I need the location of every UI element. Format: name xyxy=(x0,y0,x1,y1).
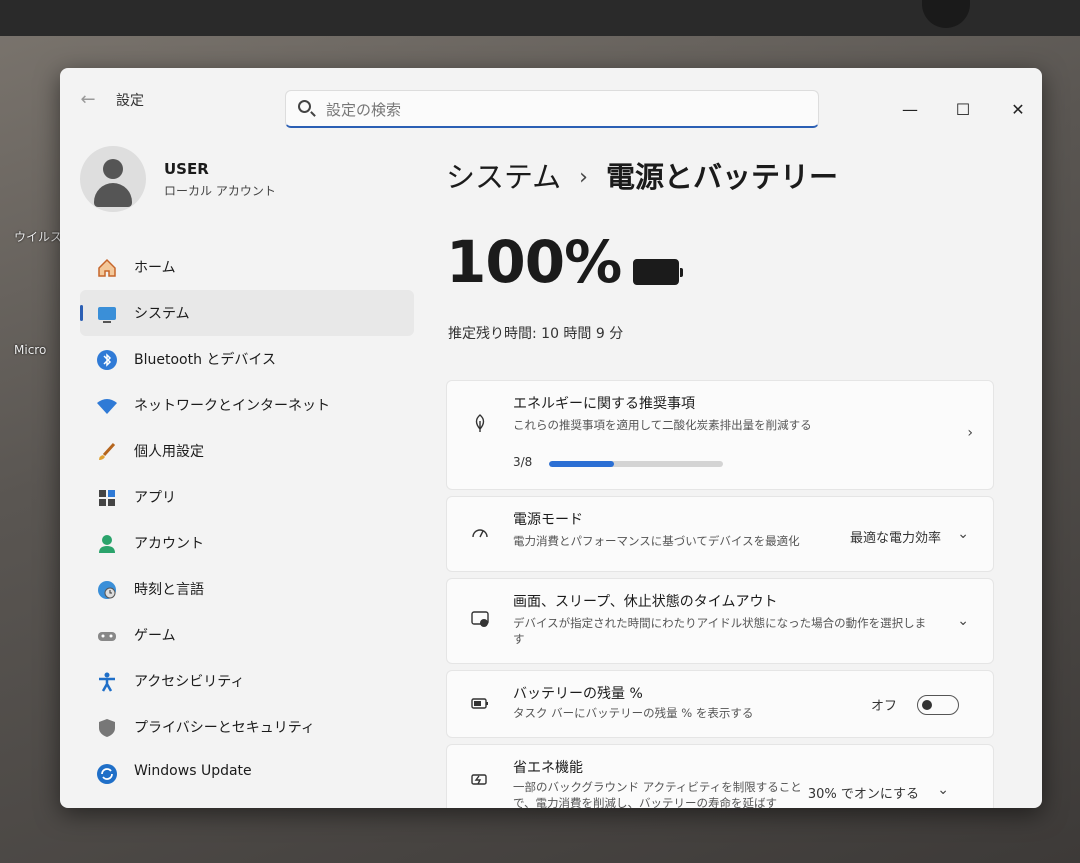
sidebar-item-gaming[interactable]: ゲーム xyxy=(80,612,414,658)
chevron-right-icon: › xyxy=(967,425,973,441)
breadcrumb-separator: › xyxy=(579,165,588,190)
card-title: 省エネ機能 xyxy=(513,760,583,776)
progress-label: 3/8 xyxy=(513,455,533,469)
progress-fill xyxy=(549,461,615,467)
sidebar-item-label: アプリ xyxy=(134,490,176,506)
desktop-icon-label[interactable]: ウイルス xyxy=(14,228,62,245)
sidebar-nav: ホーム システム Bluetooth とデバイス ネットワークとインターネット … xyxy=(74,244,414,796)
sidebar-item-accessibility[interactable]: アクセシビリティ xyxy=(80,658,414,704)
chevron-down-icon: ⌄ xyxy=(957,526,969,542)
desktop-icon-label[interactable]: Micro xyxy=(14,343,46,357)
energy-saver-card[interactable]: 省エネ機能 一部のバックグラウンド アクティビティを制限することで、電力消費を削… xyxy=(446,744,994,808)
system-icon xyxy=(96,303,118,325)
card-description: 一部のバックグラウンド アクティビティを制限することで、電力消費を削減し、バッテ… xyxy=(513,780,802,808)
battery-percentage: 100% xyxy=(446,228,622,296)
windows-update-icon xyxy=(96,763,118,785)
home-icon xyxy=(96,257,118,279)
avatar xyxy=(80,146,146,212)
shield-icon xyxy=(96,717,118,739)
sidebar-item-bluetooth[interactable]: Bluetooth とデバイス xyxy=(80,336,414,382)
search-input[interactable] xyxy=(324,97,808,123)
brush-icon xyxy=(96,441,118,463)
battery-icon xyxy=(633,259,683,285)
sidebar-item-system[interactable]: システム xyxy=(80,290,414,336)
page-title: 電源とバッテリー xyxy=(605,160,838,194)
title-bar: ← 設定 — ☐ ✕ xyxy=(60,68,1042,138)
breadcrumb-parent[interactable]: システム xyxy=(446,160,561,194)
battery-percentage-card[interactable]: バッテリーの残量 % タスク バーにバッテリーの残量 % を表示する オフ xyxy=(446,670,994,738)
sidebar-item-label: プライバシーとセキュリティ xyxy=(134,720,315,736)
card-description: デバイスが指定された時間にわたりアイドル状態になった場合の動作を選択します xyxy=(513,616,927,646)
sidebar-item-label: 時刻と言語 xyxy=(134,582,204,598)
search-box[interactable] xyxy=(285,90,819,128)
power-mode-card[interactable]: 電源モード 電力消費とパフォーマンスに基づいてデバイスを最適化 最適な電力効率 … xyxy=(446,496,994,572)
chevron-down-icon: ⌄ xyxy=(937,782,949,798)
user-name: USER xyxy=(164,160,209,178)
sidebar-item-label: 個人用設定 xyxy=(134,444,204,460)
sidebar-item-time-language[interactable]: 時刻と言語 xyxy=(80,566,414,612)
energy-saver-select[interactable]: 30% でオンにする xyxy=(808,783,919,802)
leaf-icon xyxy=(469,413,491,435)
screen-bezel xyxy=(0,0,1080,36)
sidebar-item-home[interactable]: ホーム xyxy=(80,244,414,290)
app-title: 設定 xyxy=(116,93,144,109)
progress-bar xyxy=(549,461,723,467)
user-profile[interactable]: USER ローカル アカウント xyxy=(74,138,424,218)
gamepad-icon xyxy=(96,625,118,647)
power-mode-icon xyxy=(469,523,491,545)
power-mode-select[interactable]: 最適な電力効率 xyxy=(850,527,941,546)
account-icon xyxy=(96,533,118,555)
toggle-state-label: オフ xyxy=(870,699,897,714)
sidebar-item-accounts[interactable]: アカウント xyxy=(80,520,414,566)
card-title: バッテリーの残量 % xyxy=(513,686,643,702)
minimize-button[interactable]: — xyxy=(890,96,930,124)
screen-sleep-icon xyxy=(469,609,491,631)
active-indicator xyxy=(80,305,83,321)
globe-clock-icon xyxy=(96,579,118,601)
back-button[interactable]: ← xyxy=(74,86,102,114)
card-description: タスク バーにバッテリーの残量 % を表示する xyxy=(513,706,754,720)
sidebar-item-label: ゲーム xyxy=(134,628,176,644)
card-title: エネルギーに関する推奨事項 xyxy=(513,396,695,412)
screen-sleep-card[interactable]: 画面、スリープ、休止状態のタイムアウト デバイスが指定された時間にわたりアイドル… xyxy=(446,578,994,664)
sidebar-item-label: アクセシビリティ xyxy=(134,674,245,690)
sidebar-item-network[interactable]: ネットワークとインターネット xyxy=(80,382,414,428)
card-description: これらの推奨事項を適用して二酸化炭素排出量を削減する xyxy=(513,418,812,432)
sidebar-item-privacy-security[interactable]: プライバシーとセキュリティ xyxy=(80,704,414,750)
remaining-time: 推定残り時間: 10 時間 9 分 xyxy=(448,326,624,342)
maximize-button[interactable]: ☐ xyxy=(943,96,983,124)
sidebar-item-label: システム xyxy=(134,306,190,322)
card-title: 電源モード xyxy=(513,512,583,528)
battery-percentage-toggle[interactable] xyxy=(917,695,959,715)
energy-saver-icon xyxy=(469,769,491,791)
sidebar-item-label: Windows Update xyxy=(134,763,252,779)
breadcrumb: システム › 電源とバッテリー xyxy=(446,154,838,196)
energy-recommendations-card[interactable]: エネルギーに関する推奨事項 これらの推奨事項を適用して二酸化炭素排出量を削減する… xyxy=(446,380,994,490)
sidebar-item-windows-update[interactable]: Windows Update xyxy=(80,750,414,796)
card-description: 電力消費とパフォーマンスに基づいてデバイスを最適化 xyxy=(513,534,800,548)
card-title: 画面、スリープ、休止状態のタイムアウト xyxy=(513,594,778,610)
apps-icon xyxy=(96,487,118,509)
account-type: ローカル アカウント xyxy=(164,184,276,198)
wifi-icon xyxy=(96,395,118,417)
bluetooth-icon xyxy=(96,349,118,371)
sidebar-item-label: ネットワークとインターネット xyxy=(134,398,330,414)
sidebar-item-apps[interactable]: アプリ xyxy=(80,474,414,520)
settings-window: ← 設定 — ☐ ✕ USER ローカル アカウント ホーム システム Blue… xyxy=(60,68,1042,808)
battery-percent-icon xyxy=(469,693,491,715)
accessibility-icon xyxy=(96,671,118,693)
sidebar-item-label: Bluetooth とデバイス xyxy=(134,352,276,368)
sidebar-item-label: ホーム xyxy=(134,260,176,276)
close-button[interactable]: ✕ xyxy=(998,96,1038,124)
sidebar-item-label: アカウント xyxy=(134,536,204,552)
search-icon xyxy=(298,100,311,113)
chevron-down-icon: ⌄ xyxy=(957,613,969,629)
sidebar-item-personalization[interactable]: 個人用設定 xyxy=(80,428,414,474)
